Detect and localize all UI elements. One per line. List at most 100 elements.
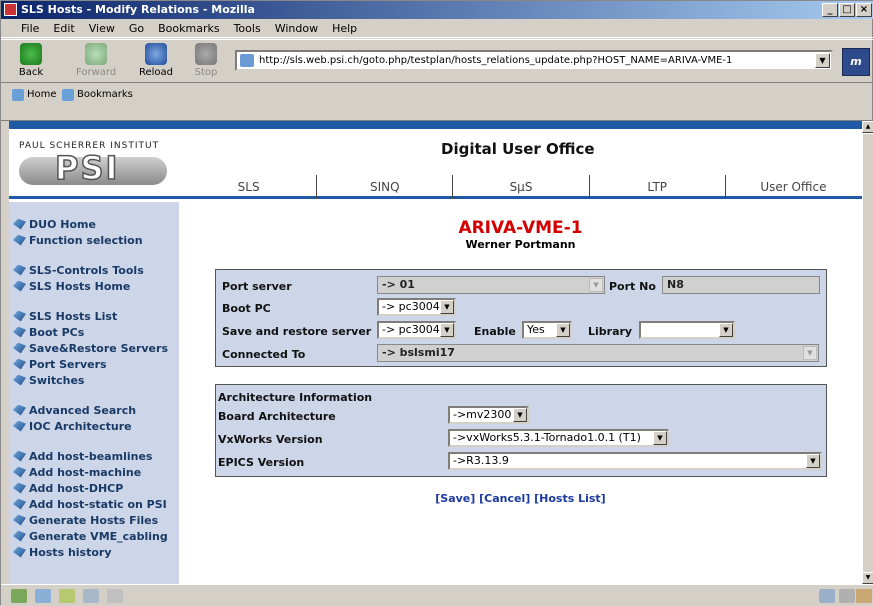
sidebar-item-advanced-search[interactable]: Advanced Search (9, 402, 179, 418)
maximize-button[interactable]: □ (839, 3, 855, 17)
chevron-down-icon: ▼ (719, 323, 733, 337)
top-nav: SLS SINQ SμS LTP User Office (181, 175, 861, 199)
sidebar-item-sls-hosts-list[interactable]: SLS Hosts List (9, 308, 179, 324)
port-no-field: N8 (662, 276, 820, 294)
save-link[interactable]: [Save] (435, 492, 475, 505)
mail-icon[interactable] (35, 589, 51, 603)
sidebar-item-add-host-machine[interactable]: Add host-machine (9, 464, 179, 480)
lock-icon (856, 589, 872, 603)
bullet-icon (13, 264, 26, 276)
vertical-scrollbar[interactable]: ▲ ▼ (862, 121, 873, 584)
menu-tools[interactable]: Tools (228, 20, 267, 37)
port-server-label: Port server (222, 280, 292, 293)
sidebar-item-sls-controls-tools[interactable]: SLS-Controls Tools (9, 262, 179, 278)
library-select[interactable]: ▼ (639, 321, 735, 339)
header-stripe (9, 121, 862, 129)
bullet-icon (13, 546, 26, 558)
url-input[interactable]: http://sls.web.psi.ch/goto.php/testplan/… (235, 50, 833, 71)
menu-window[interactable]: Window (269, 20, 324, 37)
scroll-down-button[interactable]: ▼ (862, 572, 873, 584)
sidebar-item-sls-hosts-home[interactable]: SLS Hosts Home (9, 278, 179, 294)
chevron-down-icon: ▼ (513, 408, 527, 422)
sidebar-item-port-servers[interactable]: Port Servers (9, 356, 179, 372)
nav-ltp[interactable]: LTP (588, 175, 725, 199)
cancel-link[interactable]: [Cancel] (479, 492, 530, 505)
menu-view[interactable]: View (83, 20, 121, 37)
bullet-icon (13, 358, 26, 370)
nav-sinq[interactable]: SINQ (316, 175, 452, 199)
title-bar: SLS Hosts - Modify Relations - Mozilla _… (1, 1, 873, 19)
hosts-list-link[interactable]: [Hosts List] (534, 492, 606, 505)
personal-toolbar: Home Bookmarks (1, 84, 873, 121)
minimize-button[interactable]: _ (822, 3, 838, 17)
close-button[interactable]: × (856, 3, 872, 17)
sidebar-item-boot-pcs[interactable]: Boot PCs (9, 324, 179, 340)
sidebar-item-function-selection[interactable]: Function selection (9, 232, 179, 248)
page-header: PAUL SCHERRER INSTITUT PSI Digital User … (9, 129, 862, 199)
chevron-down-icon: ▼ (556, 323, 570, 337)
board-architecture-select[interactable]: ->mv2300 ▼ (448, 406, 529, 424)
nav-sus[interactable]: SμS (452, 175, 588, 199)
board-architecture-label: Board Architecture (218, 410, 336, 423)
menu-bookmarks[interactable]: Bookmarks (152, 20, 225, 37)
bullet-icon (13, 482, 26, 494)
save-restore-select[interactable]: -> pc3004 ▼ (377, 321, 456, 339)
bullet-icon (13, 466, 26, 478)
page-favicon-icon (240, 54, 254, 67)
architecture-heading: Architecture Information (218, 391, 373, 404)
vxworks-version-select[interactable]: ->vxWorks5.3.1-Tornado1.0.1 (T1) ▼ (448, 429, 669, 447)
back-arrow-icon (20, 43, 42, 65)
nav-user-office[interactable]: User Office (724, 175, 861, 199)
chevron-down-icon: ▼ (440, 323, 454, 337)
forward-button[interactable]: Forward (76, 43, 116, 78)
library-label: Library (588, 325, 633, 338)
nav-sls[interactable]: SLS (181, 175, 316, 199)
home-button[interactable]: Home (11, 86, 57, 104)
chevron-down-icon: ▼ (806, 454, 820, 468)
sidebar-item-duo-home[interactable]: DUO Home (9, 216, 179, 232)
boot-pc-select[interactable]: -> pc3004 ▼ (377, 298, 456, 316)
menu-help[interactable]: Help (326, 20, 363, 37)
menu-file[interactable]: File (15, 20, 45, 37)
epics-version-select[interactable]: ->R3.13.9 ▼ (448, 452, 822, 470)
architecture-form: Architecture Information Board Architect… (215, 384, 827, 477)
sidebar-item-switches[interactable]: Switches (9, 372, 179, 388)
sidebar-item-hosts-history[interactable]: Hosts history (9, 544, 179, 560)
composer-icon[interactable] (59, 589, 75, 603)
scroll-up-button[interactable]: ▲ (862, 121, 873, 133)
scroll-thumb[interactable] (862, 133, 873, 573)
menu-go[interactable]: Go (123, 20, 150, 37)
stop-button[interactable]: Stop (191, 43, 221, 78)
bullet-icon (13, 498, 26, 510)
port-no-label: Port No (609, 280, 656, 293)
chevron-down-icon: ▼ (440, 300, 454, 314)
bookmarks-button[interactable]: Bookmarks (61, 86, 133, 104)
sidebar-item-generate-hosts-files[interactable]: Generate Hosts Files (9, 512, 179, 528)
sidebar-item-add-host-static[interactable]: Add host-static on PSI (9, 496, 179, 512)
chat-icon[interactable] (107, 589, 123, 603)
host-owner: Werner Portmann (465, 238, 576, 251)
menu-edit[interactable]: Edit (47, 20, 80, 37)
main-content: ARIVA-VME-1 Werner Portmann Port server … (179, 202, 862, 584)
bullet-icon (13, 530, 26, 542)
reload-button[interactable]: Reload (136, 43, 176, 78)
back-button[interactable]: Back (13, 43, 49, 78)
psi-logo[interactable]: PSI (19, 148, 167, 188)
boot-pc-label: Boot PC (222, 302, 271, 315)
addressbook-icon[interactable] (83, 589, 99, 603)
menu-bar: File Edit View Go Bookmarks Tools Window… (1, 20, 873, 38)
connected-to-label: Connected To (222, 348, 306, 361)
bullet-icon (13, 218, 26, 230)
navigation-toolbar: Back Forward Reload Stop http://sls.web.… (1, 39, 873, 83)
sidebar-item-ioc-architecture[interactable]: IOC Architecture (9, 418, 179, 434)
enable-select[interactable]: Yes ▼ (522, 321, 572, 339)
bullet-icon (13, 326, 26, 338)
app-icon (4, 3, 17, 16)
navigator-icon[interactable] (11, 589, 27, 603)
sidebar-item-generate-vme-cabling[interactable]: Generate VME_cabling (9, 528, 179, 544)
enable-label: Enable (474, 325, 516, 338)
url-dropdown-button[interactable]: ▼ (815, 53, 830, 68)
sidebar-item-add-host-dhcp[interactable]: Add host-DHCP (9, 480, 179, 496)
sidebar-item-save-restore-servers[interactable]: Save&Restore Servers (9, 340, 179, 356)
sidebar-item-add-host-beamlines[interactable]: Add host-beamlines (9, 448, 179, 464)
